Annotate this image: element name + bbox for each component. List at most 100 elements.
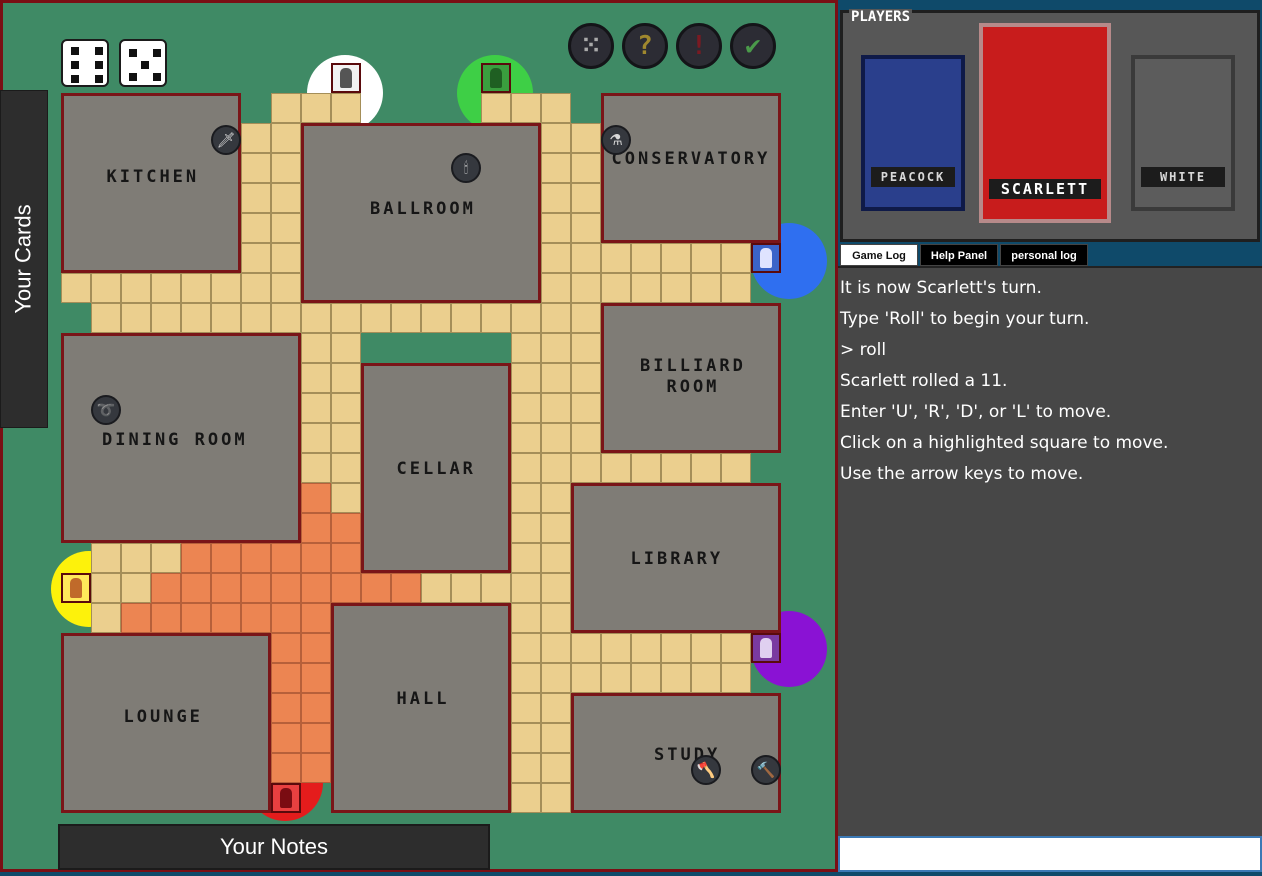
hallway-square[interactable] [301, 483, 331, 513]
hallway-square[interactable] [301, 93, 331, 123]
hallway-square[interactable] [511, 543, 541, 573]
hallway-square[interactable] [331, 393, 361, 423]
hallway-square[interactable] [121, 603, 151, 633]
hallway-square[interactable] [241, 273, 271, 303]
hallway-square[interactable] [481, 93, 511, 123]
hallway-square[interactable] [181, 303, 211, 333]
hallway-square[interactable] [511, 723, 541, 753]
hallway-square[interactable] [301, 303, 331, 333]
hallway-square[interactable] [241, 543, 271, 573]
hallway-square[interactable] [181, 573, 211, 603]
hallway-square[interactable] [451, 303, 481, 333]
hallway-square[interactable] [541, 303, 571, 333]
hallway-square[interactable] [541, 663, 571, 693]
hallway-square[interactable] [661, 453, 691, 483]
dice-button[interactable]: ⁙ [568, 23, 614, 69]
hallway-square[interactable] [301, 333, 331, 363]
hallway-square[interactable] [571, 303, 601, 333]
hallway-square[interactable] [541, 93, 571, 123]
hallway-square[interactable] [541, 513, 571, 543]
hallway-square[interactable] [481, 303, 511, 333]
suspect-token-purple[interactable] [751, 633, 781, 663]
player-card-white[interactable]: WHITE [1131, 55, 1235, 211]
hallway-square[interactable] [271, 603, 301, 633]
hallway-square[interactable] [241, 303, 271, 333]
hallway-square[interactable] [691, 273, 721, 303]
confirm-button[interactable]: ✔ [730, 23, 776, 69]
hallway-square[interactable] [121, 273, 151, 303]
hallway-square[interactable] [271, 213, 301, 243]
hallway-square[interactable] [721, 453, 751, 483]
hallway-square[interactable] [631, 243, 661, 273]
hallway-square[interactable] [571, 213, 601, 243]
die-1[interactable] [61, 39, 109, 87]
hallway-square[interactable] [91, 273, 121, 303]
suspect-token-white[interactable] [331, 63, 361, 93]
hallway-square[interactable] [541, 723, 571, 753]
hallway-square[interactable] [541, 273, 571, 303]
hallway-square[interactable] [571, 663, 601, 693]
hallway-square[interactable] [631, 663, 661, 693]
hallway-square[interactable] [571, 183, 601, 213]
hallway-square[interactable] [331, 543, 361, 573]
hallway-square[interactable] [61, 273, 91, 303]
hallway-square[interactable] [271, 753, 301, 783]
hallway-square[interactable] [541, 543, 571, 573]
hallway-square[interactable] [691, 243, 721, 273]
hallway-square[interactable] [151, 303, 181, 333]
hallway-square[interactable] [331, 363, 361, 393]
hallway-square[interactable] [511, 483, 541, 513]
hallway-square[interactable] [211, 273, 241, 303]
hallway-square[interactable] [331, 93, 361, 123]
hallway-square[interactable] [511, 783, 541, 813]
hallway-square[interactable] [331, 453, 361, 483]
hallway-square[interactable] [571, 243, 601, 273]
hallway-square[interactable] [331, 483, 361, 513]
hallway-square[interactable] [241, 123, 271, 153]
tab-personal-log[interactable]: personal log [1000, 244, 1088, 266]
hallway-square[interactable] [91, 603, 121, 633]
hallway-square[interactable] [301, 513, 331, 543]
hallway-square[interactable] [511, 753, 541, 783]
hallway-square[interactable] [661, 633, 691, 663]
hallway-square[interactable] [541, 753, 571, 783]
hallway-square[interactable] [541, 573, 571, 603]
hallway-square[interactable] [301, 573, 331, 603]
player-card-scarlett[interactable]: SCARLETT [979, 23, 1111, 223]
hallway-square[interactable] [241, 243, 271, 273]
hallway-square[interactable] [91, 543, 121, 573]
hallway-square[interactable] [511, 93, 541, 123]
hallway-square[interactable] [511, 303, 541, 333]
hallway-square[interactable] [271, 633, 301, 663]
suspect-token-green[interactable] [481, 63, 511, 93]
hallway-square[interactable] [511, 423, 541, 453]
player-card-peacock[interactable]: PEACOCK [861, 55, 965, 211]
hallway-square[interactable] [571, 453, 601, 483]
hallway-square[interactable] [271, 93, 301, 123]
hallway-square[interactable] [241, 183, 271, 213]
hallway-square[interactable] [541, 603, 571, 633]
hallway-square[interactable] [121, 573, 151, 603]
hallway-square[interactable] [331, 573, 361, 603]
hallway-square[interactable] [601, 453, 631, 483]
hallway-square[interactable] [151, 543, 181, 573]
hallway-square[interactable] [391, 573, 421, 603]
hallway-square[interactable] [571, 153, 601, 183]
hallway-square[interactable] [541, 483, 571, 513]
suspect-token-yellow[interactable] [61, 573, 91, 603]
hallway-square[interactable] [271, 663, 301, 693]
hallway-square[interactable] [541, 783, 571, 813]
hallway-square[interactable] [301, 453, 331, 483]
help-button[interactable]: ? [622, 23, 668, 69]
hallway-square[interactable] [181, 543, 211, 573]
command-input[interactable] [838, 836, 1262, 872]
hallway-square[interactable] [541, 183, 571, 213]
hallway-square[interactable] [241, 213, 271, 243]
hallway-square[interactable] [271, 573, 301, 603]
hallway-square[interactable] [391, 303, 421, 333]
suspect-token-blue[interactable] [751, 243, 781, 273]
hallway-square[interactable] [151, 603, 181, 633]
hallway-square[interactable] [601, 243, 631, 273]
hallway-square[interactable] [331, 303, 361, 333]
hallway-square[interactable] [271, 243, 301, 273]
